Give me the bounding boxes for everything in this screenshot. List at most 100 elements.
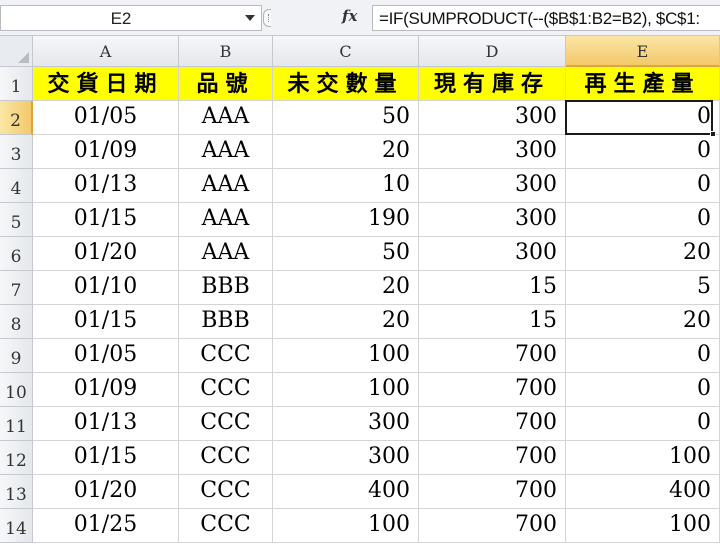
- cell-a9[interactable]: 01/05: [33, 339, 179, 373]
- cell-b10[interactable]: CCC: [179, 373, 273, 407]
- column-header-a[interactable]: A: [33, 36, 179, 67]
- cell-b7[interactable]: BBB: [179, 271, 273, 305]
- cell-b6[interactable]: AAA: [179, 237, 273, 271]
- row-header-2[interactable]: 2: [0, 101, 33, 135]
- row-header-5[interactable]: 5: [0, 203, 33, 237]
- cell-b12[interactable]: CCC: [179, 441, 273, 475]
- cell-c10[interactable]: 100: [273, 373, 419, 407]
- cell-b1[interactable]: 品號: [179, 67, 273, 101]
- cell-b11[interactable]: CCC: [179, 407, 273, 441]
- cell-d7[interactable]: 15: [419, 271, 566, 305]
- cell-b13[interactable]: CCC: [179, 475, 273, 509]
- cell-a10[interactable]: 01/09: [33, 373, 179, 407]
- row-header-12[interactable]: 12: [0, 441, 33, 475]
- cell-b8[interactable]: BBB: [179, 305, 273, 339]
- cell-b3[interactable]: AAA: [179, 135, 273, 169]
- row-header-6[interactable]: 6: [0, 237, 33, 271]
- cell-d5[interactable]: 300: [419, 203, 566, 237]
- column-header-c[interactable]: C: [273, 36, 419, 67]
- cell-c13[interactable]: 400: [273, 475, 419, 509]
- cell-d9[interactable]: 700: [419, 339, 566, 373]
- cell-c6[interactable]: 50: [273, 237, 419, 271]
- cell-a7[interactable]: 01/10: [33, 271, 179, 305]
- cell-e10[interactable]: 0: [566, 373, 720, 407]
- cell-a3[interactable]: 01/09: [33, 135, 179, 169]
- cell-b9[interactable]: CCC: [179, 339, 273, 373]
- cell-e3[interactable]: 0: [566, 135, 720, 169]
- cell-c12[interactable]: 300: [273, 441, 419, 475]
- cell-e7[interactable]: 5: [566, 271, 720, 305]
- cell-c2[interactable]: 50: [273, 101, 419, 135]
- row-header-11[interactable]: 11: [0, 407, 33, 441]
- formula-bar: E2 fx =IF(SUMPRODUCT(--($B$1:B2=B2), $C$…: [0, 0, 720, 36]
- cell-d1[interactable]: 現有庫存: [419, 67, 566, 101]
- cell-d4[interactable]: 300: [419, 169, 566, 203]
- cell-c5[interactable]: 190: [273, 203, 419, 237]
- cell-c14[interactable]: 100: [273, 509, 419, 543]
- cell-a14[interactable]: 01/25: [33, 509, 179, 543]
- column-header-b[interactable]: B: [179, 36, 273, 67]
- cell-e6[interactable]: 20: [566, 237, 720, 271]
- cell-b4[interactable]: AAA: [179, 169, 273, 203]
- cell-a13[interactable]: 01/20: [33, 475, 179, 509]
- cell-a8[interactable]: 01/15: [33, 305, 179, 339]
- row-header-8[interactable]: 8: [0, 305, 33, 339]
- cell-e11[interactable]: 0: [566, 407, 720, 441]
- cell-c11[interactable]: 300: [273, 407, 419, 441]
- row-header-9[interactable]: 9: [0, 339, 33, 373]
- cell-a12[interactable]: 01/15: [33, 441, 179, 475]
- cell-c8[interactable]: 20: [273, 305, 419, 339]
- cell-a1[interactable]: 交貨日期: [33, 67, 179, 101]
- cell-a4[interactable]: 01/13: [33, 169, 179, 203]
- cell-c9[interactable]: 100: [273, 339, 419, 373]
- cell-e9[interactable]: 0: [566, 339, 720, 373]
- cell-e1[interactable]: 再生產量: [566, 67, 720, 101]
- cell-c4[interactable]: 10: [273, 169, 419, 203]
- cell-e5[interactable]: 0: [566, 203, 720, 237]
- cell-b5[interactable]: AAA: [179, 203, 273, 237]
- cell-a5[interactable]: 01/15: [33, 203, 179, 237]
- cell-e14[interactable]: 100: [566, 509, 720, 543]
- cell-e13[interactable]: 400: [566, 475, 720, 509]
- row-header-14[interactable]: 14: [0, 509, 33, 543]
- cell-d8[interactable]: 15: [419, 305, 566, 339]
- cell-a11[interactable]: 01/13: [33, 407, 179, 441]
- cell-d11[interactable]: 700: [419, 407, 566, 441]
- select-all-button[interactable]: [0, 36, 33, 67]
- cell-c7[interactable]: 20: [273, 271, 419, 305]
- row-header-1[interactable]: 1: [0, 67, 33, 101]
- cell-e4[interactable]: 0: [566, 169, 720, 203]
- formula-bar-splitter-handle[interactable]: [263, 9, 271, 27]
- cell-d14[interactable]: 700: [419, 509, 566, 543]
- grip-icon: [268, 14, 271, 22]
- cell-c1[interactable]: 未交數量: [273, 67, 419, 101]
- column-header-d[interactable]: D: [419, 36, 566, 67]
- formula-text: =IF(SUMPRODUCT(--($B$1:B2=B2), $C$1:: [379, 9, 700, 28]
- row-header-3[interactable]: 3: [0, 135, 33, 169]
- select-all-icon: [18, 52, 29, 63]
- cell-c3[interactable]: 20: [273, 135, 419, 169]
- cell-e12[interactable]: 100: [566, 441, 720, 475]
- formula-input[interactable]: =IF(SUMPRODUCT(--($B$1:B2=B2), $C$1:: [372, 5, 720, 31]
- cell-e8[interactable]: 20: [566, 305, 720, 339]
- cell-a6[interactable]: 01/20: [33, 237, 179, 271]
- cell-d12[interactable]: 700: [419, 441, 566, 475]
- cell-d13[interactable]: 700: [419, 475, 566, 509]
- insert-function-icon[interactable]: fx: [342, 7, 357, 25]
- cell-d6[interactable]: 300: [419, 237, 566, 271]
- cell-b14[interactable]: CCC: [179, 509, 273, 543]
- row-header-4[interactable]: 4: [0, 169, 33, 203]
- cell-d10[interactable]: 700: [419, 373, 566, 407]
- cell-e2[interactable]: 0: [566, 101, 720, 135]
- column-header-e[interactable]: E: [566, 36, 720, 67]
- cell-d2[interactable]: 300: [419, 101, 566, 135]
- chevron-down-icon[interactable]: [245, 15, 255, 21]
- row-header-10[interactable]: 10: [0, 373, 33, 407]
- row-header-13[interactable]: 13: [0, 475, 33, 509]
- cell-a2[interactable]: 01/05: [33, 101, 179, 135]
- fill-handle[interactable]: [710, 131, 716, 137]
- row-header-7[interactable]: 7: [0, 271, 33, 305]
- cell-d3[interactable]: 300: [419, 135, 566, 169]
- name-box[interactable]: E2: [0, 5, 262, 31]
- cell-b2[interactable]: AAA: [179, 101, 273, 135]
